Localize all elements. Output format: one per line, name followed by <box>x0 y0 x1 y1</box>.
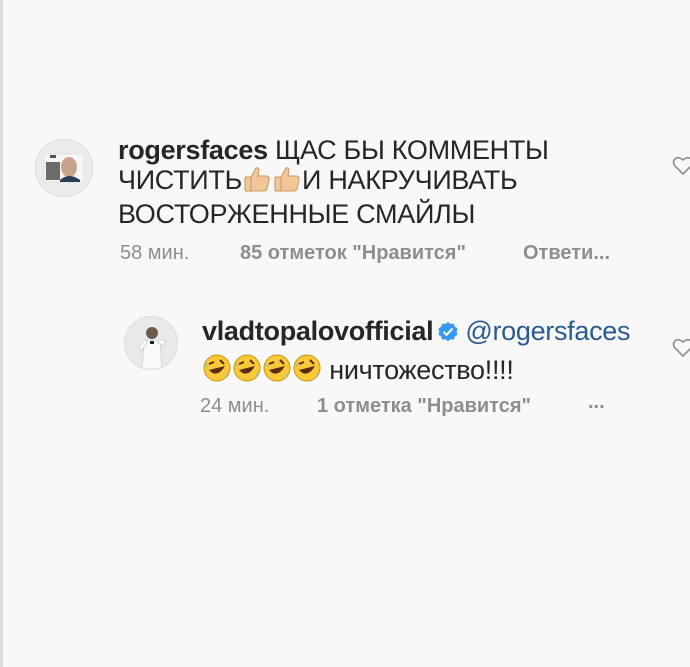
rolling-laughing-icon <box>262 353 292 389</box>
comment-line-3: ВОСТОРЖЕННЫЕ СМАЙЛЫ <box>118 199 588 229</box>
verified-badge-icon <box>437 319 459 349</box>
comment-text: ЩАС БЫ КОММЕНТЫ <box>275 135 549 165</box>
comments-screen: rogersfaces ЩАС БЫ КОММЕНТЫ ЧИСТИТЬ И НАК… <box>0 0 690 667</box>
heart-icon[interactable] <box>672 338 690 358</box>
mention-link[interactable]: @rogersfaces <box>465 316 630 346</box>
reply-button[interactable]: Ответи... <box>523 242 610 265</box>
avatar[interactable] <box>124 316 178 370</box>
thumbs-up-icon <box>242 165 272 199</box>
rolling-laughing-icon <box>292 353 322 389</box>
comment-body: rogersfaces ЩАС БЫ КОММЕНТЫ ЧИСТИТЬ И НАК… <box>118 135 588 229</box>
left-border <box>0 0 3 667</box>
comment-time: 58 мин. <box>120 242 190 264</box>
heart-icon[interactable] <box>672 156 690 176</box>
comment-line-2: ЧИСТИТЬ И НАКРУЧИВАТЬ <box>118 165 588 199</box>
avatar-image <box>36 140 92 196</box>
comment-text: И НАКРУЧИВАТЬ <box>302 165 518 195</box>
thumbs-up-icon <box>272 165 302 199</box>
comment-text: ничтожество!!!! <box>329 355 514 385</box>
reply-body: vladtopalovofficial @rogersfaces ничтожес… <box>202 316 642 389</box>
avatar[interactable] <box>35 139 93 197</box>
rolling-laughing-icon <box>202 353 232 389</box>
rolling-laughing-icon <box>232 353 262 389</box>
reply-line-2: ничтожество!!!! <box>202 353 642 389</box>
comment-text: ЧИСТИТЬ <box>118 165 243 195</box>
likes-count[interactable]: 85 отметок "Нравится" <box>240 242 466 265</box>
comment-text: ВОСТОРЖЕННЫЕ СМАЙЛЫ <box>118 199 476 229</box>
comment-time: 24 мин. <box>200 395 270 417</box>
comment-username[interactable]: rogersfaces <box>118 135 268 165</box>
avatar-image <box>125 317 177 369</box>
comment-line-1: rogersfaces ЩАС БЫ КОММЕНТЫ <box>118 135 588 165</box>
likes-count[interactable]: 1 отметка "Нравится" <box>317 395 531 418</box>
more-options-button[interactable]: ... <box>588 391 605 414</box>
comment-username[interactable]: vladtopalovofficial <box>202 316 434 346</box>
reply-line-1: vladtopalovofficial @rogersfaces <box>202 316 642 349</box>
